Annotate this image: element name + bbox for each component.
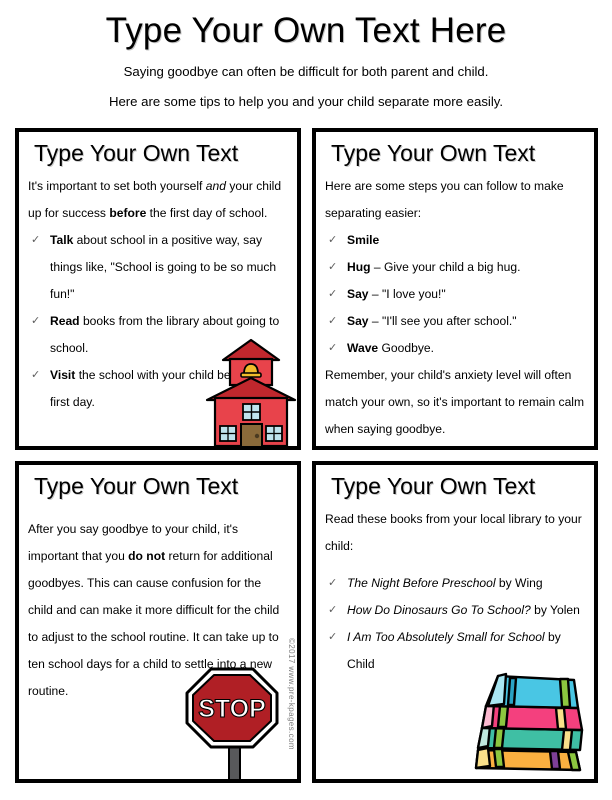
box-top-left-intro: It's important to set both yourself and … xyxy=(28,173,288,227)
list-item: ✓ Wave Goodbye. xyxy=(325,335,585,362)
svg-text:STOP: STOP xyxy=(198,695,266,723)
list-item-lead: Say xyxy=(347,314,369,328)
book-byline: by Yolen xyxy=(530,603,580,617)
box-top-left: Type Your Own Text It's important to set… xyxy=(15,128,301,450)
list-item: ✓ Hug – Give your child a big hug. xyxy=(325,254,585,281)
box-bottom-right-intro: Read these books from your local library… xyxy=(325,512,582,553)
check-icon: ✓ xyxy=(328,604,338,616)
check-icon: ✓ xyxy=(328,234,338,246)
stack-of-books-icon xyxy=(474,672,584,772)
list-item-rest: – "I love you!" xyxy=(368,287,446,301)
list-item-rest: – "I'll see you after school." xyxy=(368,314,517,328)
intro-emphasis-and: and xyxy=(205,179,226,193)
list-item: ✓ Smile xyxy=(325,227,585,254)
page-subtitle-line-1: Saying goodbye can often be difficult fo… xyxy=(123,64,489,79)
stop-sign-icon: STOP xyxy=(185,667,279,779)
list-item-lead: Smile xyxy=(347,233,380,247)
check-icon: ✓ xyxy=(328,261,338,273)
box-top-right: Type Your Own Text Here are some steps y… xyxy=(312,128,598,450)
book-title: The Night Before Preschool xyxy=(347,576,496,590)
copyright-watermark: ©2017 www.pre-kpages.com xyxy=(287,638,296,750)
check-icon: ✓ xyxy=(31,234,41,246)
list-item-lead: Wave xyxy=(347,341,379,355)
box-bottom-right-title: Type Your Own Text xyxy=(331,473,536,499)
list-item: ✓ Say – "I love you!" xyxy=(325,281,585,308)
list-item: ✓ The Night Before Preschool by Wing xyxy=(325,570,585,597)
list-item-lead: Read xyxy=(50,314,80,328)
check-icon: ✓ xyxy=(328,315,338,327)
box-top-left-title: Type Your Own Text xyxy=(34,140,239,166)
book-byline: by Wing xyxy=(495,576,543,590)
check-icon: ✓ xyxy=(31,315,41,327)
schoolhouse-icon xyxy=(205,338,297,446)
list-item: ✓ Talk about school in a positive way, sa… xyxy=(28,227,288,308)
check-icon: ✓ xyxy=(328,288,338,300)
book-title: I Am Too Absolutely Small for School xyxy=(347,630,545,644)
intro-part-e: the first day of school. xyxy=(146,206,268,220)
box-top-right-list: ✓ Smile ✓ Hug – Give your child a big hug.… xyxy=(325,227,585,362)
box-top-right-title: Type Your Own Text xyxy=(331,140,536,166)
check-icon: ✓ xyxy=(31,369,41,381)
book-title: How Do Dinosaurs Go To School? xyxy=(347,603,531,617)
box-top-right-intro: Here are some steps you can follow to ma… xyxy=(325,179,564,220)
list-item-lead: Say xyxy=(347,287,369,301)
box-top-right-outro: Remember, your child's anxiety level wil… xyxy=(325,368,585,436)
list-item: ✓ Say – "I'll see you after school." xyxy=(325,308,585,335)
list-item-lead: Talk xyxy=(50,233,74,247)
list-item-rest: Goodbye. xyxy=(378,341,434,355)
paragraph-emphasis-do-not: do not xyxy=(128,549,166,563)
list-item-rest: about school in a positive way, say thin… xyxy=(50,233,277,301)
list-item-lead: Visit xyxy=(50,368,76,382)
list-item: ✓ How Do Dinosaurs Go To School? by Yolen xyxy=(325,597,585,624)
content-grid: Type Your Own Text It's important to set… xyxy=(15,128,598,788)
list-item-rest: – Give your child a big hug. xyxy=(370,260,521,274)
intro-emphasis-before: before xyxy=(109,206,147,220)
check-icon: ✓ xyxy=(328,342,338,354)
box-bottom-left-title: Type Your Own Text xyxy=(34,473,239,499)
worksheet-page: Type Your Own Text Here Saying goodbye c… xyxy=(0,8,612,800)
intro-part-a: It's important to set both yourself xyxy=(28,179,206,193)
page-subtitle-line-2: Here are some tips to help you and your … xyxy=(108,94,504,109)
box-bottom-right: Type Your Own Text Read these books from… xyxy=(312,461,598,783)
page-title: Type Your Own Text Here xyxy=(105,11,507,50)
box-bottom-left: Type Your Own Text After you say goodbye… xyxy=(15,461,301,783)
check-icon: ✓ xyxy=(328,577,338,589)
check-icon: ✓ xyxy=(328,631,338,643)
list-item-lead: Hug xyxy=(347,260,371,274)
